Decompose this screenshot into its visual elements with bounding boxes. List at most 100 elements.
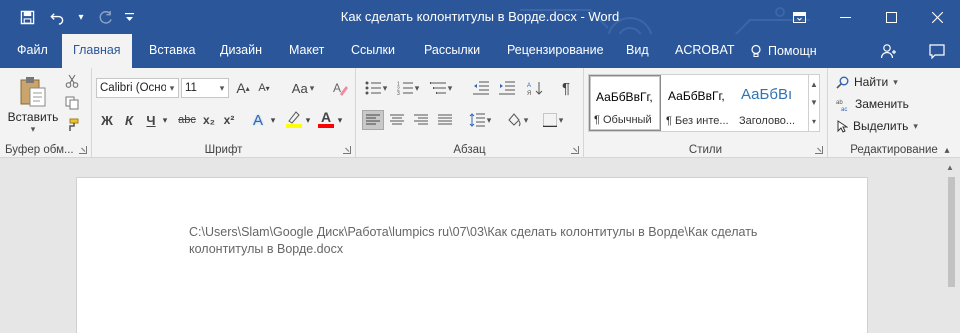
comments-icon[interactable]: [925, 40, 949, 62]
paste-button[interactable]: Вставить ▾: [8, 73, 58, 137]
minimize-icon[interactable]: [822, 0, 868, 34]
maximize-icon[interactable]: [868, 0, 914, 34]
paste-dropdown-icon[interactable]: ▾: [31, 124, 36, 135]
svg-text:A: A: [333, 81, 341, 95]
grow-font-button[interactable]: A ▴: [234, 78, 252, 98]
multilevel-list-icon[interactable]: [426, 78, 456, 98]
tab-layout[interactable]: Макет: [289, 34, 324, 68]
tab-acrobat[interactable]: ACROBAT: [675, 34, 735, 68]
svg-text:ab: ab: [836, 100, 843, 106]
svg-text:A: A: [527, 83, 531, 89]
paragraph-launcher-icon[interactable]: [571, 146, 579, 154]
window-controls: [776, 0, 960, 34]
find-dropdown-icon[interactable]: ▾: [893, 77, 898, 88]
format-painter-icon[interactable]: [62, 116, 82, 134]
vertical-scrollbar[interactable]: ▲: [943, 159, 960, 333]
tab-references[interactable]: Ссылки: [351, 34, 395, 68]
styles-launcher-icon[interactable]: [815, 146, 823, 154]
justify-icon[interactable]: [434, 110, 456, 130]
style-preview: АаБбВвГг,: [668, 89, 725, 103]
copy-icon[interactable]: [62, 94, 82, 112]
font-group-label: Шрифт: [204, 144, 243, 156]
clear-formatting-icon[interactable]: A: [330, 78, 350, 98]
bullets-icon[interactable]: [362, 78, 390, 98]
ribbon: Вставить ▾ Буфер обм... Calibri (Осно ▾ 1…: [0, 68, 960, 158]
shrink-font-button[interactable]: A ▾: [255, 78, 273, 98]
align-right-icon[interactable]: [410, 110, 432, 130]
borders-icon[interactable]: [538, 110, 568, 130]
font-color-dropdown-icon[interactable]: ▾: [335, 110, 345, 130]
gallery-up-icon[interactable]: ▲: [810, 80, 818, 89]
strikethrough-button[interactable]: abc: [176, 110, 198, 130]
styles-group-label: Стили: [688, 144, 723, 156]
text-effects-button[interactable]: A: [248, 110, 268, 130]
styles-gallery-scroll[interactable]: ▲ ▼ ▾: [808, 75, 819, 131]
change-case-label: Aa: [291, 80, 308, 96]
style-heading-1[interactable]: АаБбВı Заголово...: [735, 75, 807, 131]
paragraph-group: 123 AЯ ¶: [356, 68, 584, 158]
gallery-down-icon[interactable]: ▼: [810, 98, 818, 107]
align-left-icon[interactable]: [362, 110, 384, 130]
document-page[interactable]: C:\Users\Slam\Google Диск\Работа\lumpics…: [76, 177, 868, 333]
font-size-combo[interactable]: 11 ▾: [181, 78, 229, 98]
bold-button[interactable]: Ж: [98, 110, 116, 130]
clipboard-group: Вставить ▾ Буфер обм...: [0, 68, 92, 158]
cut-icon[interactable]: [62, 72, 82, 90]
font-launcher-icon[interactable]: [343, 146, 351, 154]
underline-dropdown-icon[interactable]: ▾: [160, 110, 170, 130]
tab-design[interactable]: Дизайн: [220, 34, 262, 68]
clipboard-launcher-icon[interactable]: [79, 146, 87, 154]
tab-view[interactable]: Вид: [626, 34, 649, 68]
grow-font-label: A: [236, 80, 246, 96]
tab-review[interactable]: Рецензирование: [507, 34, 604, 68]
shading-icon[interactable]: [502, 110, 532, 130]
document-area: C:\Users\Slam\Google Диск\Работа\lumpics…: [0, 159, 960, 333]
share-user-icon[interactable]: [876, 40, 900, 62]
increase-indent-icon[interactable]: [496, 78, 518, 98]
scroll-up-icon[interactable]: ▲: [946, 163, 954, 172]
select-button[interactable]: Выделить ▾: [836, 116, 918, 136]
decrease-indent-icon[interactable]: [470, 78, 492, 98]
underline-button[interactable]: Ч: [142, 110, 160, 130]
align-center-icon[interactable]: [386, 110, 408, 130]
collapse-ribbon-icon[interactable]: ▴: [940, 144, 954, 156]
styles-gallery: АаБбВвГг, ¶ Обычный АаБбВвГг, ¶ Без инте…: [588, 74, 820, 132]
find-button[interactable]: Найти ▾: [836, 72, 898, 92]
font-name-combo[interactable]: Calibri (Осно ▾: [96, 78, 179, 98]
tab-home[interactable]: Главная: [62, 34, 132, 68]
highlight-dropdown-icon[interactable]: ▾: [303, 110, 313, 130]
style-preview: АаБбВвГг,: [596, 90, 653, 104]
ribbon-display-options-icon[interactable]: [776, 0, 822, 34]
paragraph-group-label: Абзац: [453, 144, 486, 156]
scrollbar-thumb[interactable]: [948, 177, 955, 287]
style-name: ¶ Обычный: [594, 114, 652, 126]
change-case-button[interactable]: Aa: [288, 78, 318, 98]
tab-file[interactable]: Файл: [17, 34, 48, 68]
style-normal[interactable]: АаБбВвГг, ¶ Обычный: [589, 75, 661, 131]
font-color-swatch: [318, 124, 334, 128]
text-effects-dropdown-icon[interactable]: ▾: [268, 110, 278, 130]
paste-icon: [20, 76, 46, 106]
show-formatting-marks-button[interactable]: ¶: [556, 78, 576, 98]
tell-me-box[interactable]: Помощн: [749, 34, 817, 68]
sort-icon[interactable]: AЯ: [524, 78, 546, 98]
superscript-button[interactable]: x²: [220, 110, 238, 130]
gallery-more-icon[interactable]: ▾: [812, 117, 816, 126]
style-no-spacing[interactable]: АаБбВвГг, ¶ Без инте...: [662, 75, 734, 131]
select-dropdown-icon[interactable]: ▾: [913, 121, 918, 132]
highlight-color-icon[interactable]: [284, 108, 304, 130]
italic-button[interactable]: К: [120, 110, 138, 130]
line-spacing-icon[interactable]: [464, 110, 496, 130]
search-icon: [836, 76, 849, 89]
clipboard-group-label: Буфер обм...: [5, 144, 74, 156]
svg-text:3: 3: [397, 91, 400, 95]
numbering-icon[interactable]: 123: [394, 78, 422, 98]
header-text[interactable]: C:\Users\Slam\Google Диск\Работа\lumpics…: [189, 224, 829, 258]
font-color-button[interactable]: A: [317, 108, 335, 130]
replace-button[interactable]: ab ac Заменить: [836, 94, 909, 114]
close-icon[interactable]: [914, 0, 960, 34]
select-cursor-icon: [837, 119, 848, 133]
subscript-button[interactable]: x₂: [200, 110, 218, 130]
tab-insert[interactable]: Вставка: [149, 34, 195, 68]
tab-mailings[interactable]: Рассылки: [424, 34, 480, 68]
